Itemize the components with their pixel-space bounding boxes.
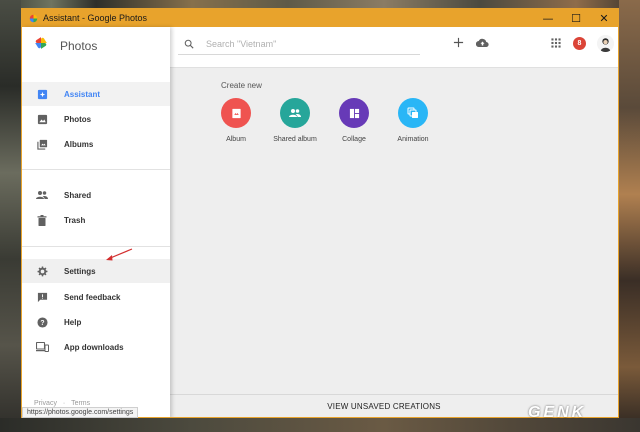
collage-icon — [339, 98, 369, 128]
search-icon[interactable] — [178, 39, 200, 49]
app-header: 8 — [170, 27, 618, 68]
app-window: Assistant - Google Photos — ☐ ✕ Photos A… — [21, 8, 619, 418]
shared-album-icon — [280, 98, 310, 128]
sidebar: Photos Assistant Photos Albums Shared Tr… — [22, 27, 170, 417]
sidebar-item-settings[interactable]: Settings — [22, 259, 170, 283]
assistant-icon — [22, 89, 62, 100]
sidebar-item-label: Help — [64, 317, 82, 327]
privacy-link[interactable]: Privacy — [34, 400, 57, 407]
avatar[interactable] — [597, 35, 614, 52]
sidebar-item-label: Trash — [64, 215, 86, 225]
create-album-button[interactable]: Album — [206, 98, 266, 143]
upload-icon[interactable] — [476, 38, 489, 48]
apps-grid-icon[interactable] — [551, 38, 561, 48]
sidebar-item-label: Send feedback — [64, 292, 121, 302]
sidebar-item-app-downloads[interactable]: App downloads — [22, 335, 170, 359]
album-icon — [221, 98, 251, 128]
minimize-button[interactable]: — — [534, 9, 562, 27]
bottom-bar-label: VIEW UNSAVED CREATIONS — [327, 402, 441, 411]
desktop-background-right — [619, 0, 640, 432]
sidebar-item-label: Settings — [64, 266, 96, 276]
sidebar-divider — [22, 246, 170, 247]
gear-icon — [22, 265, 62, 277]
close-button[interactable]: ✕ — [590, 9, 618, 27]
brand-name: Photos — [60, 38, 98, 53]
sidebar-item-help[interactable]: ? Help — [22, 310, 170, 334]
notification-badge[interactable]: 8 — [573, 37, 586, 50]
create-collage-button[interactable]: Collage — [324, 98, 384, 143]
sidebar-item-label: App downloads — [64, 342, 124, 352]
sidebar-item-shared[interactable]: Shared — [22, 183, 170, 207]
annotation-arrow-icon — [106, 248, 133, 261]
create-collage-label: Collage — [342, 136, 366, 143]
help-icon: ? — [22, 316, 62, 328]
desktop-background-left — [0, 0, 21, 432]
search-input[interactable] — [206, 38, 406, 49]
create-new-heading: Create new — [221, 81, 262, 90]
sidebar-divider — [22, 169, 170, 170]
albums-icon — [22, 139, 62, 150]
devices-icon — [22, 342, 62, 352]
sidebar-item-assistant[interactable]: Assistant — [22, 82, 170, 106]
add-icon[interactable] — [453, 37, 464, 48]
footer-separator: · — [62, 400, 66, 407]
sidebar-item-photos[interactable]: Photos — [22, 107, 170, 131]
maximize-button[interactable]: ☐ — [562, 9, 590, 27]
sidebar-item-send-feedback[interactable]: Send feedback — [22, 285, 170, 309]
create-album-label: Album — [226, 136, 246, 143]
create-animation-label: Animation — [397, 136, 429, 143]
create-shared-album-button[interactable]: Shared album — [265, 98, 325, 143]
trash-icon — [22, 214, 62, 226]
sidebar-item-label: Albums — [64, 139, 94, 149]
genk-watermark: GENK — [528, 404, 587, 421]
brand[interactable]: Photos — [34, 36, 97, 55]
terms-link[interactable]: Terms — [71, 400, 90, 407]
sidebar-footer: Privacy · Terms — [34, 400, 94, 407]
google-photos-icon — [25, 9, 41, 27]
animation-icon — [398, 98, 428, 128]
svg-text:?: ? — [40, 319, 44, 326]
sidebar-item-label: Assistant — [64, 89, 101, 99]
create-shared-album-label: Shared album — [273, 136, 317, 143]
sidebar-item-label: Photos — [64, 114, 92, 124]
people-icon — [22, 190, 62, 200]
sidebar-item-trash[interactable]: Trash — [22, 208, 170, 232]
status-url: https://photos.google.com/settings — [22, 407, 139, 418]
sidebar-item-label: Shared — [64, 190, 92, 200]
window-title: Assistant - Google Photos — [43, 13, 148, 23]
title-bar[interactable]: Assistant - Google Photos — ☐ ✕ — [22, 9, 618, 27]
search-bar[interactable] — [178, 33, 420, 55]
google-photos-logo-icon — [34, 36, 48, 55]
photo-icon — [22, 114, 62, 125]
create-animation-button[interactable]: Animation — [383, 98, 443, 143]
feedback-icon — [22, 292, 62, 303]
sidebar-item-albums[interactable]: Albums — [22, 132, 170, 156]
